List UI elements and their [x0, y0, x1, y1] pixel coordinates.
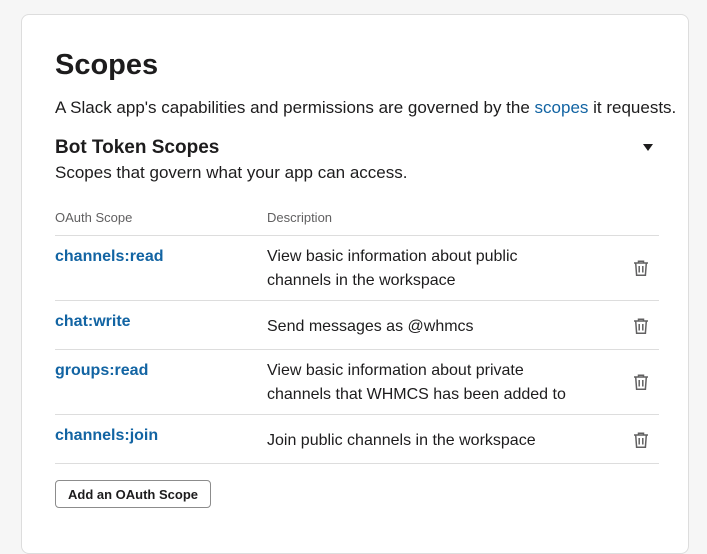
trash-icon	[634, 432, 648, 449]
scopes-link[interactable]: scopes	[535, 98, 589, 117]
delete-scope-button[interactable]	[629, 370, 653, 394]
trash-icon	[634, 318, 648, 335]
delete-scope-button[interactable]	[629, 428, 653, 452]
trash-icon	[634, 374, 648, 391]
scopes-card: Scopes A Slack app's capabilities and pe…	[21, 14, 689, 554]
scope-name[interactable]: channels:read	[55, 247, 163, 267]
delete-scope-button[interactable]	[629, 256, 653, 280]
intro-after: it requests.	[588, 98, 677, 117]
table-row: channels:join Join public channels in th…	[55, 415, 659, 464]
scope-name[interactable]: groups:read	[55, 361, 148, 381]
collapse-toggle[interactable]	[636, 137, 660, 157]
section-title: Bot Token Scopes	[55, 137, 220, 158]
scope-description: View basic information about private cha…	[267, 362, 566, 403]
table-row: chat:write Send messages as @whmcs	[55, 301, 659, 350]
intro-text: A Slack app's capabilities and permissio…	[55, 97, 676, 119]
scope-name[interactable]: channels:join	[55, 426, 158, 446]
add-oauth-scope-button[interactable]: Add an OAuth Scope	[55, 480, 211, 508]
scopes-table: channels:read View basic information abo…	[55, 235, 659, 464]
delete-scope-button[interactable]	[629, 314, 653, 338]
page-title: Scopes	[55, 49, 159, 81]
table-row: channels:read View basic information abo…	[55, 236, 659, 301]
caret-down-icon	[643, 143, 653, 151]
scope-name[interactable]: chat:write	[55, 312, 131, 332]
scope-description: Send messages as @whmcs	[267, 318, 474, 335]
scope-description: Join public channels in the workspace	[267, 432, 536, 449]
column-header-scope: OAuth Scope	[55, 210, 133, 225]
section-subtitle: Scopes that govern what your app can acc…	[55, 163, 408, 182]
scope-description: View basic information about public chan…	[267, 248, 518, 289]
table-row: groups:read View basic information about…	[55, 350, 659, 415]
intro-before: A Slack app's capabilities and permissio…	[55, 98, 535, 117]
trash-icon	[634, 260, 648, 277]
column-header-description: Description	[267, 210, 333, 225]
